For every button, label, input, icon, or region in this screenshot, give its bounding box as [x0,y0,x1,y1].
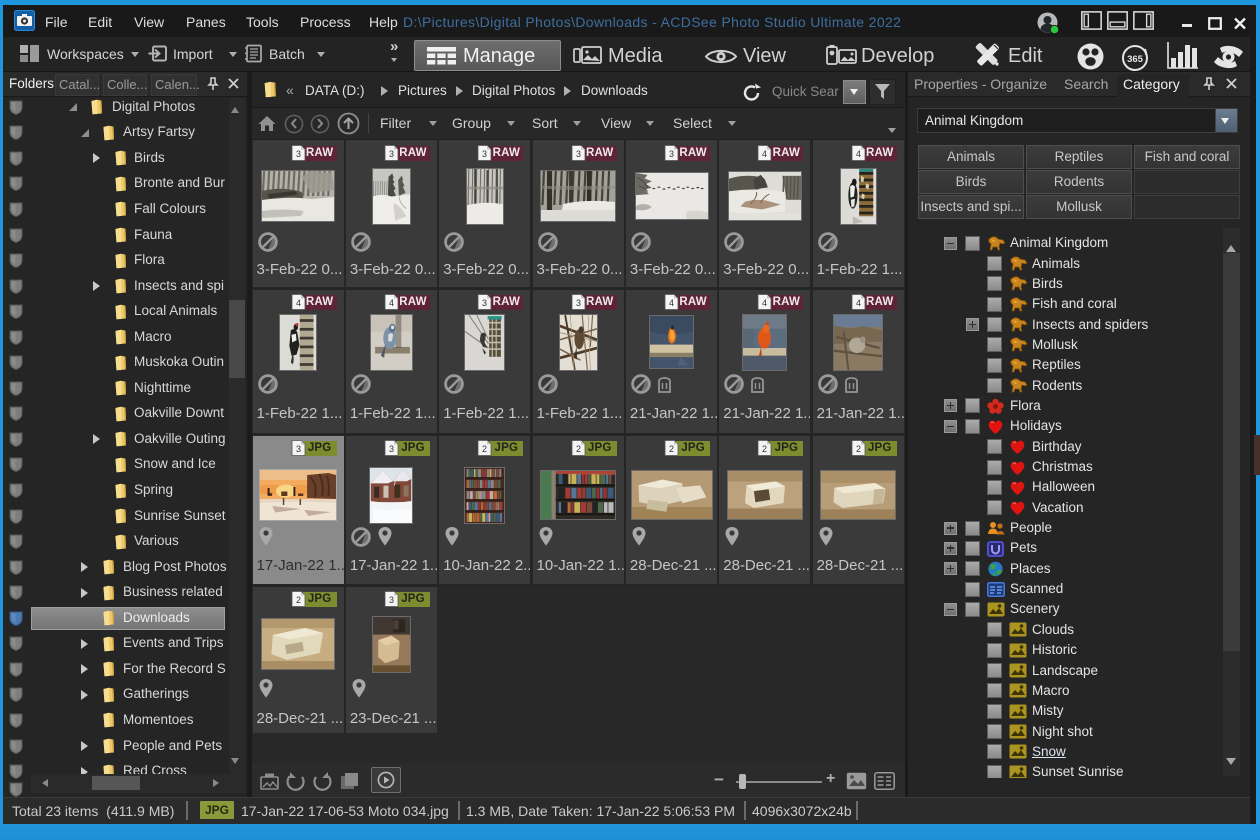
svg-text:4: 4 [762,298,767,308]
svg-text:4: 4 [856,298,861,308]
svg-text:3: 3 [576,298,581,308]
svg-text:4: 4 [762,149,767,159]
svg-text:4: 4 [669,298,674,308]
svg-text:2: 2 [856,444,861,454]
svg-text:2: 2 [482,444,487,454]
svg-text:3: 3 [482,149,487,159]
svg-text:3: 3 [669,149,674,159]
svg-text:2: 2 [296,595,301,605]
svg-text:365: 365 [1127,54,1144,65]
svg-text:3: 3 [482,298,487,308]
svg-text:3: 3 [296,444,301,454]
svg-text:4: 4 [856,149,861,159]
svg-text:3: 3 [296,149,301,159]
svg-text:3: 3 [389,149,394,159]
svg-text:2: 2 [669,444,674,454]
svg-text:2: 2 [576,444,581,454]
svg-text:4: 4 [389,298,394,308]
svg-text:3: 3 [389,595,394,605]
svg-text:4: 4 [296,298,301,308]
svg-text:3: 3 [576,149,581,159]
svg-text:3: 3 [389,444,394,454]
svg-text:2: 2 [762,444,767,454]
